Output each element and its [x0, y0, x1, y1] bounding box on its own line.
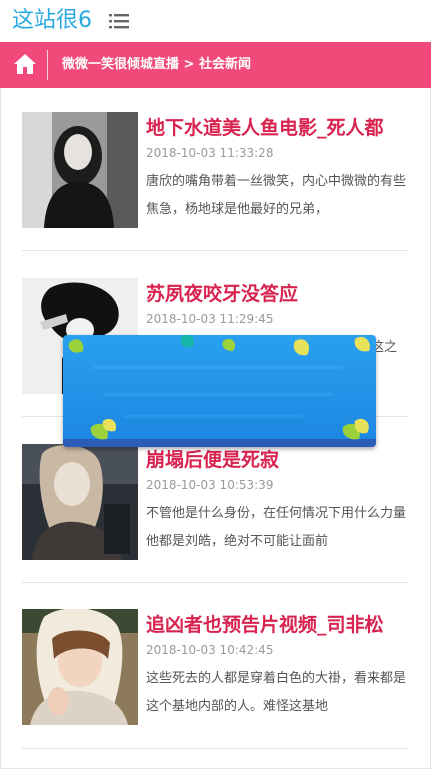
- overlay-banner-ad[interactable]: [63, 335, 376, 447]
- article-thumbnail[interactable]: [22, 112, 138, 228]
- breadcrumb-current: 社会新闻: [198, 57, 251, 72]
- site-logo[interactable]: 这站很6: [12, 7, 92, 35]
- article-excerpt: 这些死去的人都是穿着白色的大褂，看来都是这个基地内部的人。难怪这基地: [146, 671, 407, 714]
- article-title[interactable]: 崩塌后便是死寂: [146, 446, 408, 474]
- article-item: 追凶者也预告片视频_司非松 2018-10-03 10:42:45 这些死去的人…: [22, 609, 408, 749]
- home-icon[interactable]: [13, 53, 37, 75]
- article-title[interactable]: 追凶者也预告片视频_司非松: [146, 611, 408, 639]
- breadcrumb-bar: 微微一笑很倾城直播 > 社会新闻: [0, 42, 431, 88]
- article-item: 崩塌后便是死寂 2018-10-03 10:53:39 不管他是什么身份，在任何…: [22, 444, 408, 584]
- article-excerpt: 唐欣的嘴角带着一丝微笑，内心中微微的有些焦急，杨地球是他最好的兄弟，: [146, 174, 407, 217]
- article-date: 2018-10-03 10:42:45: [146, 643, 274, 657]
- breadcrumb-site-link[interactable]: 微微一笑很倾城直播: [62, 57, 179, 72]
- article-date: 2018-10-03 11:33:28: [146, 146, 274, 160]
- site-header: 这站很6: [0, 0, 431, 42]
- article-date: 2018-10-03 11:29:45: [146, 312, 274, 326]
- breadcrumb-divider: [47, 50, 48, 80]
- article-thumbnail[interactable]: [22, 444, 138, 560]
- breadcrumb: 微微一笑很倾城直播 > 社会新闻: [62, 42, 251, 88]
- article-item: 地下水道美人鱼电影_死人都 2018-10-03 11:33:28 唐欣的嘴角带…: [22, 112, 408, 252]
- article-divider: [22, 250, 408, 251]
- breadcrumb-separator: >: [179, 57, 199, 72]
- article-title[interactable]: 地下水道美人鱼电影_死人都: [146, 114, 408, 142]
- article-divider: [22, 582, 408, 583]
- hamburger-menu-icon[interactable]: [109, 13, 129, 29]
- article-excerpt: 不管他是什么身份，在任何情况下用什么力量他都是刘皓，绝对不可能让面前: [146, 506, 407, 549]
- article-date: 2018-10-03 10:53:39: [146, 478, 274, 492]
- article-divider: [22, 748, 408, 749]
- article-thumbnail[interactable]: [22, 609, 138, 725]
- article-title[interactable]: 苏夙夜咬牙没答应: [146, 280, 408, 308]
